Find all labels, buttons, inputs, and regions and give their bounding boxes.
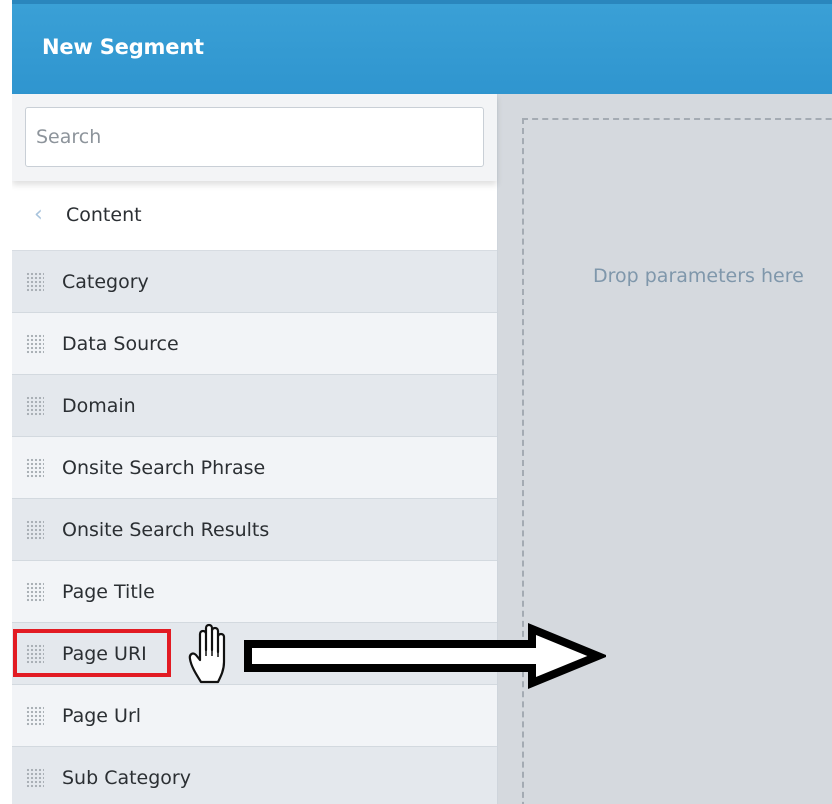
list-item[interactable]: Sub Category <box>12 747 497 804</box>
drag-handle-icon[interactable] <box>26 582 44 602</box>
list-item[interactable]: Category <box>12 251 497 313</box>
list-item[interactable]: Domain <box>12 375 497 437</box>
list-item-label: Domain <box>62 395 136 417</box>
back-to-content-button[interactable]: ‹ Content <box>12 181 497 251</box>
list-item[interactable]: Onsite Search Phrase <box>12 437 497 499</box>
list-item-label: Onsite Search Results <box>62 519 270 541</box>
list-item-label: Category <box>62 271 149 293</box>
hand-cursor-icon <box>188 623 226 684</box>
drag-arrow-icon <box>244 623 606 689</box>
list-item-label: Sub Category <box>62 767 191 789</box>
parameter-sidebar: ‹ Content Category Data Source Domain On… <box>12 94 498 804</box>
search-input[interactable] <box>25 107 484 167</box>
chevron-left-icon: ‹ <box>34 202 43 227</box>
drag-handle-icon[interactable] <box>26 520 44 540</box>
list-item[interactable]: Onsite Search Results <box>12 499 497 561</box>
drag-handle-icon[interactable] <box>26 272 44 292</box>
drag-handle-icon[interactable] <box>26 768 44 788</box>
list-item-label: Data Source <box>62 333 179 355</box>
back-label: Content <box>66 204 142 226</box>
drag-handle-icon[interactable] <box>26 334 44 354</box>
parameter-list: Category Data Source Domain Onsite Searc… <box>12 251 497 804</box>
segment-canvas: Drop parameters here <box>498 94 832 804</box>
search-container <box>12 94 497 181</box>
list-item[interactable]: Page Url <box>12 685 497 747</box>
list-item-label: Page Title <box>62 581 155 603</box>
highlight-box <box>13 629 171 677</box>
drag-handle-icon[interactable] <box>26 706 44 726</box>
list-item[interactable]: Page Title <box>12 561 497 623</box>
list-item-label: Page Url <box>62 705 142 727</box>
header-bar: New Segment <box>12 0 832 94</box>
drag-handle-icon[interactable] <box>26 458 44 478</box>
drop-zone[interactable]: Drop parameters here <box>522 118 832 804</box>
list-item[interactable]: Data Source <box>12 313 497 375</box>
drop-hint: Drop parameters here <box>593 265 804 287</box>
page-title: New Segment <box>42 35 204 59</box>
drag-handle-icon[interactable] <box>26 396 44 416</box>
list-item-label: Onsite Search Phrase <box>62 457 266 479</box>
